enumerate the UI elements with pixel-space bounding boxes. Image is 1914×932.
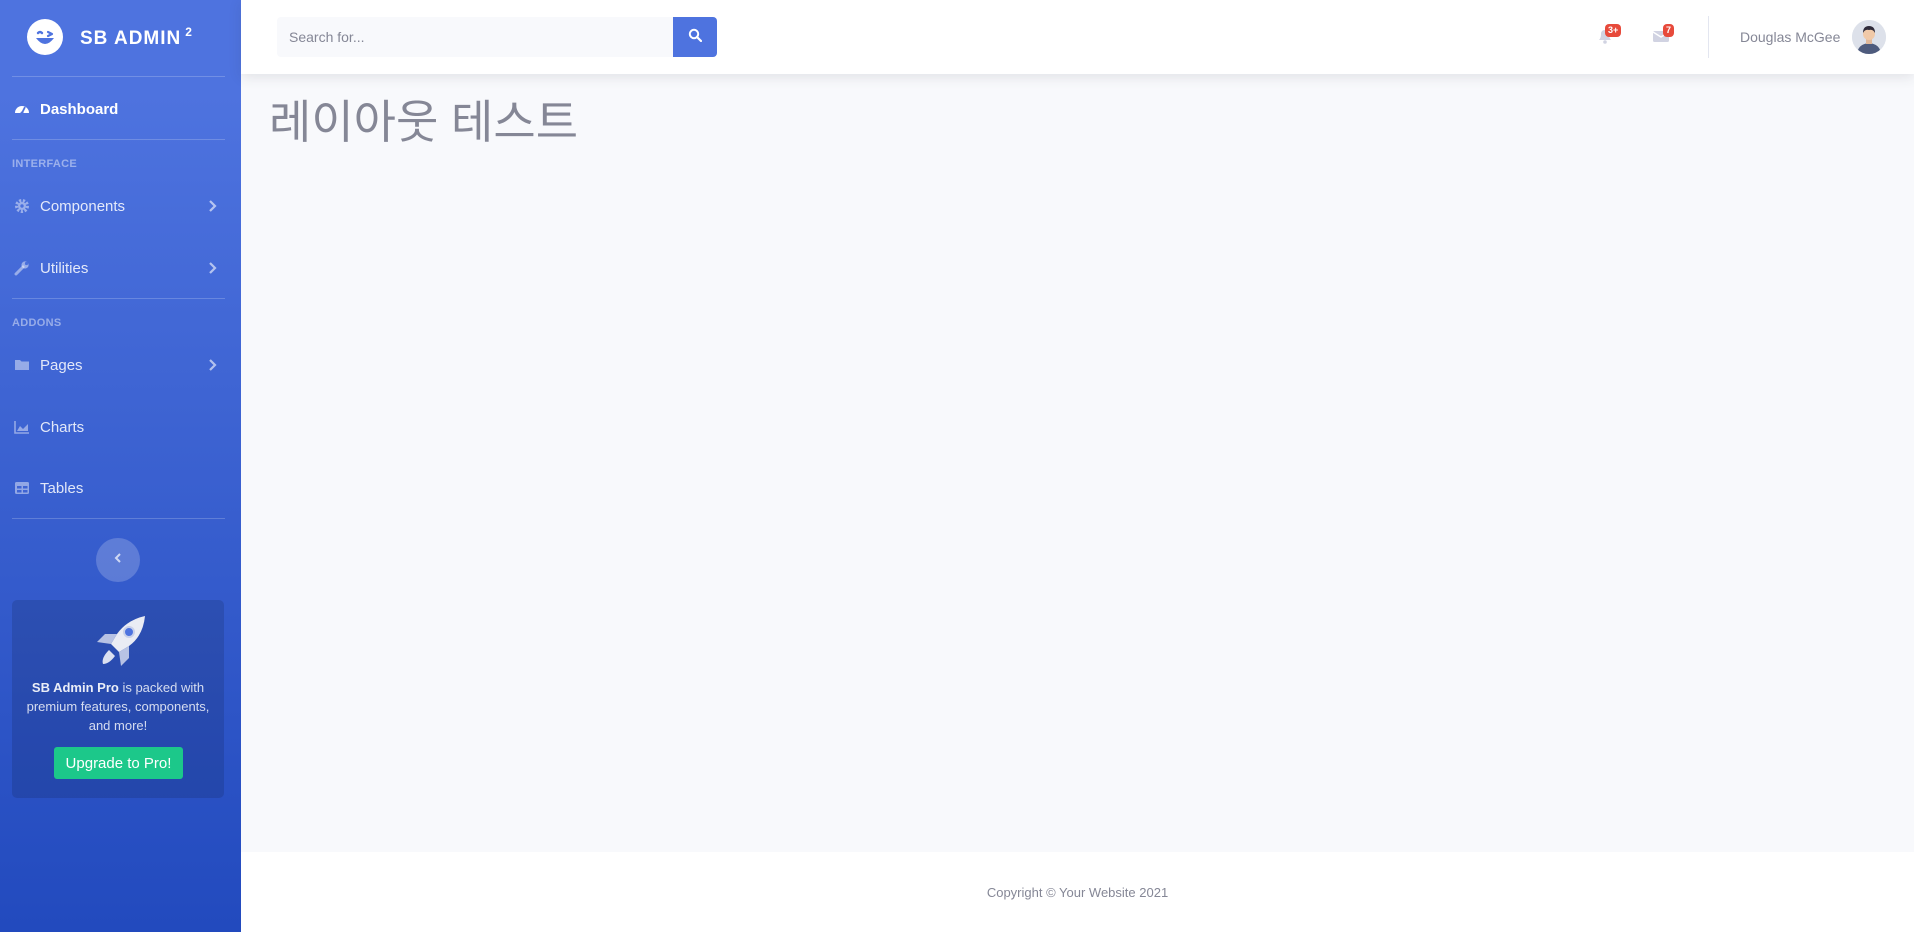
sidebar-divider (12, 298, 225, 299)
sidebar-item-label: Pages (40, 356, 83, 374)
brand-name: SB ADMIN 2 (80, 24, 193, 49)
sidebar-divider (12, 76, 225, 77)
copyright-text: Copyright © Your Website 2021 (986, 885, 1169, 900)
chevron-left-icon (112, 551, 124, 569)
search-icon (688, 28, 703, 47)
upgrade-button[interactable]: Upgrade to Pro! (54, 747, 183, 779)
wrench-icon (14, 260, 30, 276)
topbar-divider (1708, 16, 1709, 58)
cog-icon (14, 198, 30, 214)
chevron-right-icon (205, 261, 219, 275)
sidebar-item-label: Dashboard (40, 100, 119, 118)
sidebar-item-pages[interactable]: Pages (0, 345, 241, 385)
sidebar-divider (12, 139, 225, 140)
table-icon (14, 480, 30, 496)
sidebar-item-utilities[interactable]: Utilities (0, 248, 241, 288)
sidebar-divider (12, 518, 225, 519)
search-input[interactable] (277, 17, 673, 57)
chart-area-icon (14, 419, 30, 435)
chevron-right-icon (205, 358, 219, 372)
sidebar-heading-addons: ADDONS (12, 317, 62, 329)
footer: Copyright © Your Website 2021 (241, 852, 1914, 932)
alerts-badge: 3+ (1605, 24, 1622, 37)
sidebar-item-label: Utilities (40, 259, 89, 277)
sidebar-item-components[interactable]: Components (0, 186, 241, 226)
sidebar-item-charts[interactable]: Charts (0, 407, 241, 447)
tachometer-icon (14, 101, 30, 117)
messages-badge: 7 (1663, 24, 1675, 37)
topbar: 3+ 7 Douglas McGee (241, 0, 1914, 74)
avatar[interactable] (1852, 20, 1886, 54)
user-name[interactable]: Douglas McGee (1740, 29, 1840, 45)
laugh-wink-icon (27, 19, 63, 55)
alerts-button[interactable]: 3+ (1595, 24, 1622, 46)
sidebar-item-dashboard[interactable]: Dashboard (0, 89, 241, 129)
sidebar-item-label: Charts (40, 418, 85, 436)
folder-icon (14, 357, 30, 373)
sidebar-item-tables[interactable]: Tables (0, 468, 241, 508)
sidebar-promo-card: SB Admin Pro is packed with premium feat… (12, 600, 224, 798)
sidebar-item-label: Components (40, 197, 126, 215)
sidebar: SB ADMIN 2 Dashboard INTERFACE Components… (0, 0, 241, 932)
promo-text: SB Admin Pro is packed with premium feat… (26, 680, 210, 733)
sidebar-toggle-button[interactable] (96, 538, 140, 582)
sidebar-heading-interface: INTERFACE (12, 158, 78, 170)
sidebar-item-label: Tables (40, 479, 84, 497)
rocket-icon (87, 614, 149, 672)
chevron-right-icon (205, 199, 219, 213)
search-button[interactable] (673, 17, 717, 57)
page-title: 레이아웃 테스트 (269, 96, 579, 148)
messages-button[interactable]: 7 (1651, 24, 1675, 46)
topbar-search (277, 17, 717, 57)
sidebar-brand[interactable]: SB ADMIN 2 (0, 0, 241, 74)
